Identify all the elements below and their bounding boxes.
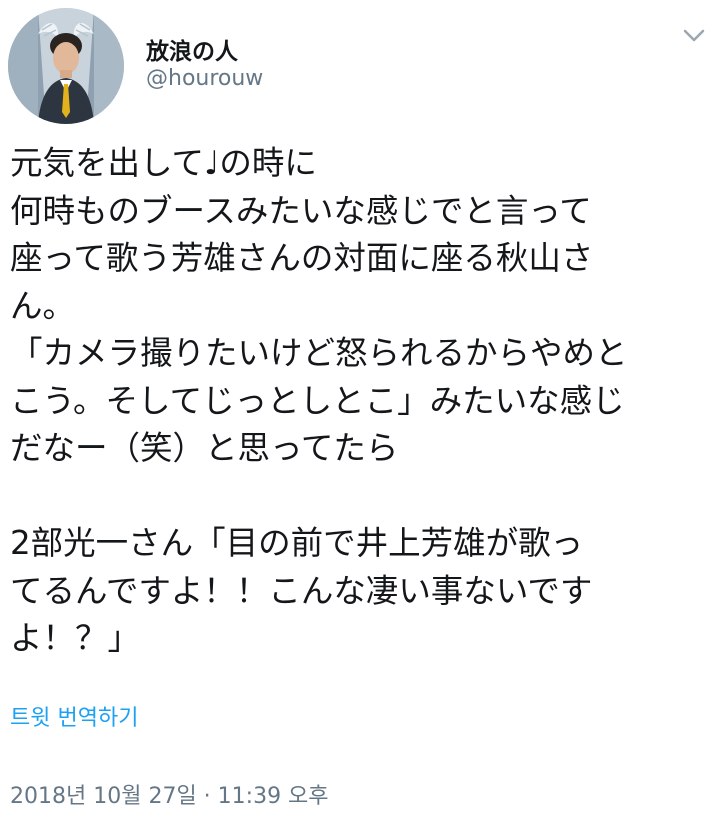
tweet-text-line: だなー（笑）と思ってたら <box>10 429 399 467</box>
tweet-text: 元気を出して♩の時に 何時ものブースみたいな感じでと言って 座って歌う芳雄さんの… <box>10 140 710 663</box>
user-avatar[interactable] <box>8 8 124 124</box>
tweet-text-line: てるんですよ！！こんな凄い事ないです <box>10 571 593 610</box>
tweet-timestamp[interactable]: 2018년 10월 27일 · 11:39 오후 <box>10 778 329 810</box>
tweet-text-line: 座って歌う芳雄さんの対面に座る秋山さ <box>10 239 594 277</box>
tweet-text-line: 2部光一さん「目の前で井上芳雄が歌っ <box>10 524 584 562</box>
display-name[interactable]: 放浪の人 <box>146 32 238 66</box>
chevron-down-icon[interactable] <box>680 26 708 46</box>
tweet-text-line: よ！？」 <box>10 619 141 657</box>
translate-tweet-link[interactable]: 트윗 번역하기 <box>10 700 138 732</box>
tweet-text-line: ん。 <box>10 286 76 325</box>
tweet-text-line: 元気を出して♩の時に <box>10 144 317 182</box>
tweet-text-line: 「カメラ撮りたいけど怒られるからやめと <box>10 334 628 372</box>
avatar-photo <box>8 8 124 124</box>
tweet-card: 放浪の人 @hourouw 元気を出して♩の時に 何時ものブースみたいな感じでと… <box>0 0 720 816</box>
tweet-text-line: こう。そしてじっとしとこ」みたいな感じ <box>10 381 625 420</box>
user-handle[interactable]: @hourouw <box>146 66 263 91</box>
tweet-text-line: 何時ものブースみたいな感じでと言って <box>10 191 592 230</box>
